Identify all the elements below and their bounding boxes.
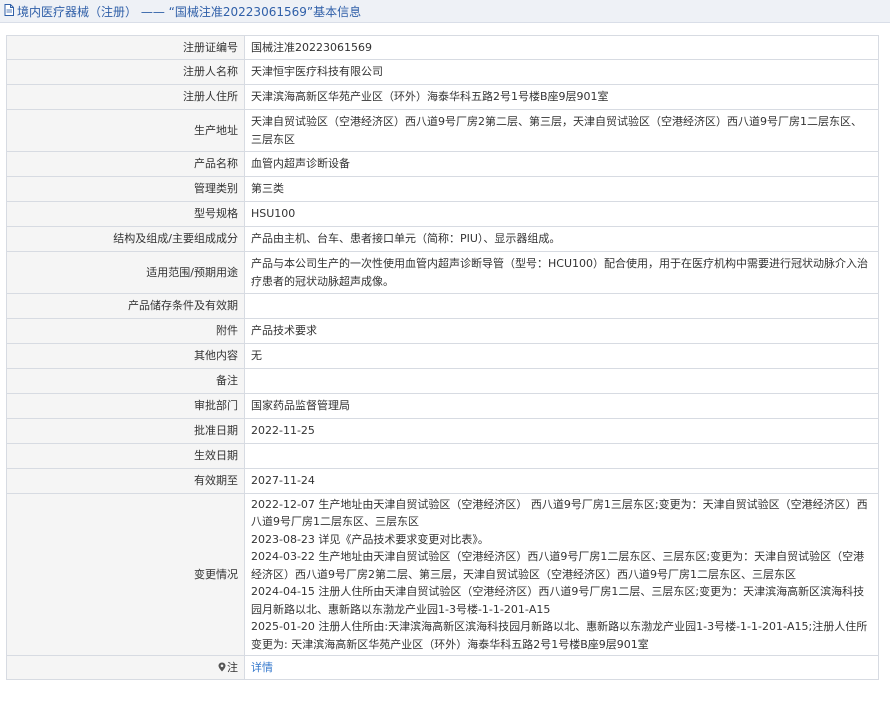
category-link[interactable]: 境内医疗器械（注册） bbox=[17, 5, 137, 19]
remark bbox=[244, 368, 879, 394]
row-label: 变更情况 bbox=[6, 493, 245, 656]
table-row: 生效日期 bbox=[6, 443, 879, 469]
title-separator: —— bbox=[140, 4, 165, 19]
structure-composition: 产品由主机、台车、患者接口单元（简称：PIU）、显示器组成。 bbox=[244, 226, 879, 252]
table-row: 生产地址 天津自贸试验区（空港经济区）西八道9号厂房2第二层、第三层，天津自贸试… bbox=[6, 109, 879, 152]
table-row: 注册人名称 天津恒宇医疗科技有限公司 bbox=[6, 59, 879, 85]
row-label: 产品储存条件及有效期 bbox=[6, 293, 245, 319]
row-label: 审批部门 bbox=[6, 393, 245, 419]
row-label: 附件 bbox=[6, 318, 245, 344]
row-label: 有效期至 bbox=[6, 468, 245, 494]
other-content: 无 bbox=[244, 343, 879, 369]
table-row: 有效期至 2027-11-24 bbox=[6, 468, 879, 494]
row-label: 注册人住所 bbox=[6, 84, 245, 110]
approval-date: 2022-11-25 bbox=[244, 418, 879, 444]
table-row: 批准日期 2022-11-25 bbox=[6, 418, 879, 444]
table-row: 备注 bbox=[6, 368, 879, 394]
registration-number: 国械注准20223061569 bbox=[244, 35, 879, 60]
table-row: 产品名称 血管内超声诊断设备 bbox=[6, 151, 879, 177]
row-label: 备注 bbox=[6, 368, 245, 394]
change-entry: 2022-12-07 生产地址由天津自贸试验区（空港经济区） 西八道9号厂房1三… bbox=[251, 497, 868, 529]
table-row: 产品储存条件及有效期 bbox=[6, 293, 879, 319]
note-value: 详情 bbox=[244, 655, 879, 680]
page-header: 境内医疗器械（注册） —— “国械注准20223061569”基本信息 bbox=[0, 0, 890, 23]
row-label: 产品名称 bbox=[6, 151, 245, 177]
change-entry: 2023-08-23 详见《产品技术要求变更对比表》。 bbox=[251, 532, 489, 546]
map-pin-icon bbox=[218, 660, 226, 672]
effective-date bbox=[244, 443, 879, 469]
document-icon bbox=[4, 4, 14, 16]
table-row: 管理类别 第三类 bbox=[6, 176, 879, 202]
registrant-address: 天津滨海高新区华苑产业区（环外）海泰华科五路2号1号楼B座9层901室 bbox=[244, 84, 879, 110]
table-row: 注册证编号 国械注准20223061569 bbox=[6, 35, 879, 60]
expiry-date: 2027-11-24 bbox=[244, 468, 879, 494]
attachment: 产品技术要求 bbox=[244, 318, 879, 344]
table-row: 审批部门 国家药品监督管理局 bbox=[6, 393, 879, 419]
storage-conditions bbox=[244, 293, 879, 319]
table-row: 适用范围/预期用途 产品与本公司生产的一次性使用血管内超声诊断导管（型号：HCU… bbox=[6, 251, 879, 294]
page-title: 境内医疗器械（注册） —— “国械注准20223061569”基本信息 bbox=[17, 3, 361, 20]
details-link[interactable]: 详情 bbox=[251, 661, 273, 674]
row-label: 批准日期 bbox=[6, 418, 245, 444]
table-row: 附件 产品技术要求 bbox=[6, 318, 879, 344]
row-label: 生产地址 bbox=[6, 109, 245, 152]
table-row: 其他内容 无 bbox=[6, 343, 879, 369]
table-row: 结构及组成/主要组成成分 产品由主机、台车、患者接口单元（简称：PIU）、显示器… bbox=[6, 226, 879, 252]
row-label: 注册证编号 bbox=[6, 35, 245, 60]
approval-department: 国家药品监督管理局 bbox=[244, 393, 879, 419]
row-label: 注册人名称 bbox=[6, 59, 245, 85]
registrant-name: 天津恒宇医疗科技有限公司 bbox=[244, 59, 879, 85]
table-row: 型号规格 HSU100 bbox=[6, 201, 879, 227]
intended-use: 产品与本公司生产的一次性使用血管内超声诊断导管（型号：HCU100）配合使用，用… bbox=[244, 251, 879, 294]
product-name: 血管内超声诊断设备 bbox=[244, 151, 879, 177]
device-info-table: 注册证编号 国械注准20223061569 注册人名称 天津恒宇医疗科技有限公司… bbox=[6, 35, 879, 680]
model-spec: HSU100 bbox=[244, 201, 879, 227]
row-label: 适用范围/预期用途 bbox=[6, 251, 245, 294]
row-label: 注 bbox=[227, 660, 238, 674]
row-label: 型号规格 bbox=[6, 201, 245, 227]
management-category: 第三类 bbox=[244, 176, 879, 202]
change-entry: 2024-04-15 注册人住所由天津自贸试验区（空港经济区）西八道9号厂房1二… bbox=[251, 585, 865, 616]
production-address: 天津自贸试验区（空港经济区）西八道9号厂房2第二层、第三层，天津自贸试验区（空港… bbox=[244, 109, 879, 152]
row-label: 其他内容 bbox=[6, 343, 245, 369]
table-row: 注 详情 bbox=[6, 655, 879, 680]
change-history: 2022-12-07 生产地址由天津自贸试验区（空港经济区） 西八道9号厂房1三… bbox=[244, 493, 879, 656]
table-row: 注册人住所 天津滨海高新区华苑产业区（环外）海泰华科五路2号1号楼B座9层901… bbox=[6, 84, 879, 110]
change-entry: 2025-01-20 注册人住所由:天津滨海高新区滨海科技园月新路以北、惠新路以… bbox=[251, 620, 868, 651]
note-label: 注 bbox=[6, 655, 245, 680]
record-title: “国械注准20223061569”基本信息 bbox=[168, 4, 362, 19]
row-label: 管理类别 bbox=[6, 176, 245, 202]
row-label: 结构及组成/主要组成成分 bbox=[6, 226, 245, 252]
change-entry: 2024-03-22 生产地址由天津自贸试验区（空港经济区）西八道9号厂房1二层… bbox=[251, 550, 865, 581]
table-row: 变更情况 2022-12-07 生产地址由天津自贸试验区（空港经济区） 西八道9… bbox=[6, 493, 879, 656]
row-label: 生效日期 bbox=[6, 443, 245, 469]
